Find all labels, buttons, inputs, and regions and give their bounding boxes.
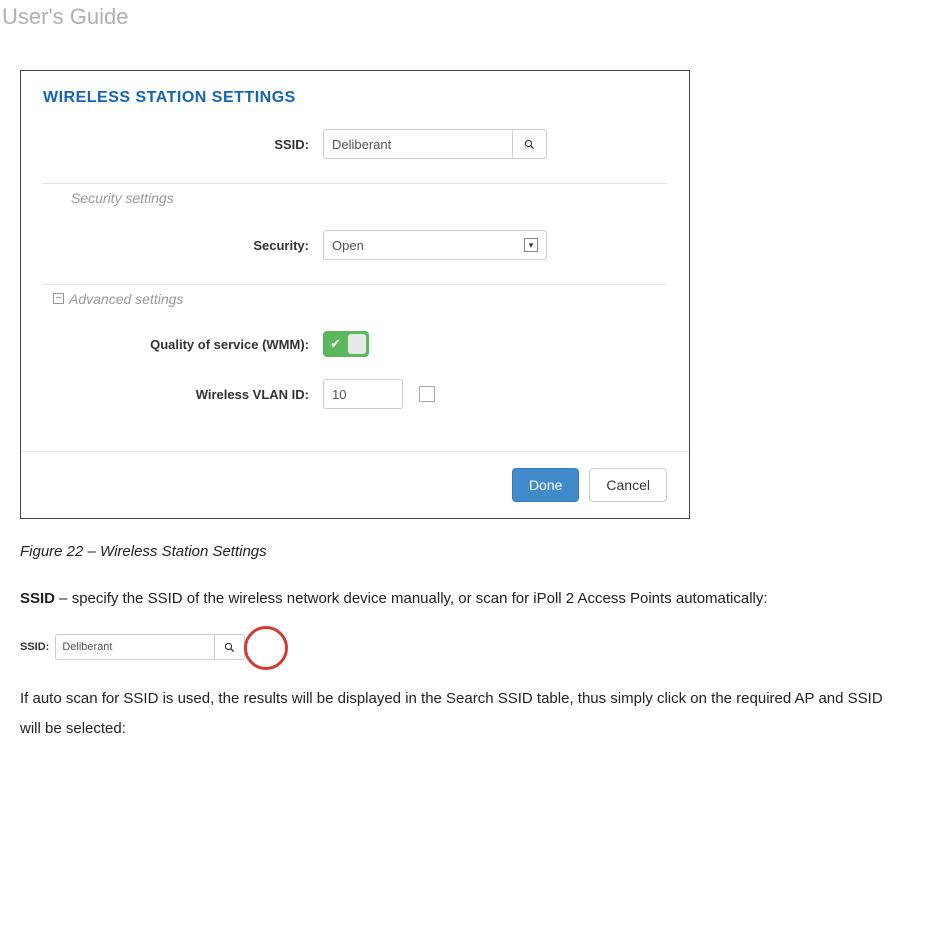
- ssid-inline-figure: SSID:: [20, 634, 280, 660]
- search-icon: [524, 139, 535, 150]
- small-ssid-search-button[interactable]: [215, 634, 245, 660]
- chevron-down-icon: ▾: [524, 238, 538, 252]
- search-icon: [224, 642, 235, 653]
- para1-rest: – specify the SSID of the wireless netwo…: [55, 590, 768, 607]
- vlan-row: Wireless VLAN ID:: [43, 379, 667, 409]
- done-button[interactable]: Done: [512, 468, 579, 502]
- security-select[interactable]: Open ▾: [323, 230, 547, 260]
- figure-caption: Figure 22 – Wireless Station Settings: [20, 543, 925, 560]
- toggle-knob: [348, 334, 366, 354]
- security-label: Security:: [43, 238, 323, 253]
- ssid-label: SSID:: [43, 137, 323, 152]
- page-header: User's Guide: [0, 0, 925, 30]
- wmm-label: Quality of service (WMM):: [43, 337, 323, 352]
- security-section-title: Security settings: [43, 188, 667, 208]
- cancel-button[interactable]: Cancel: [589, 468, 667, 502]
- ssid-row: SSID:: [43, 129, 667, 159]
- paragraph-1: SSID – specify the SSID of the wireless …: [20, 584, 905, 614]
- check-icon: ✔: [330, 336, 341, 352]
- wmm-row: Quality of service (WMM): ✔: [43, 331, 667, 357]
- highlight-circle: [244, 626, 288, 670]
- wmm-toggle[interactable]: ✔: [323, 331, 369, 357]
- paragraph-2: If auto scan for SSID is used, the resul…: [20, 684, 905, 744]
- advanced-section-title: − Advanced settings: [43, 289, 667, 309]
- advanced-section-label: Advanced settings: [69, 291, 183, 307]
- collapse-toggle-icon[interactable]: −: [53, 293, 64, 304]
- ssid-term: SSID: [20, 590, 55, 607]
- panel-title: WIRELESS STATION SETTINGS: [43, 89, 667, 107]
- settings-panel-screenshot: WIRELESS STATION SETTINGS SSID: Security…: [20, 70, 690, 519]
- security-row: Security: Open ▾: [43, 230, 667, 260]
- vlan-input[interactable]: [323, 379, 403, 409]
- small-ssid-label: SSID:: [20, 641, 49, 653]
- small-ssid-input[interactable]: [55, 634, 215, 660]
- vlan-label: Wireless VLAN ID:: [43, 387, 323, 402]
- ssid-input[interactable]: [323, 129, 513, 159]
- panel-footer: Done Cancel: [21, 451, 689, 518]
- vlan-checkbox[interactable]: [419, 386, 435, 402]
- ssid-search-button[interactable]: [513, 129, 547, 159]
- security-value: Open: [332, 238, 364, 253]
